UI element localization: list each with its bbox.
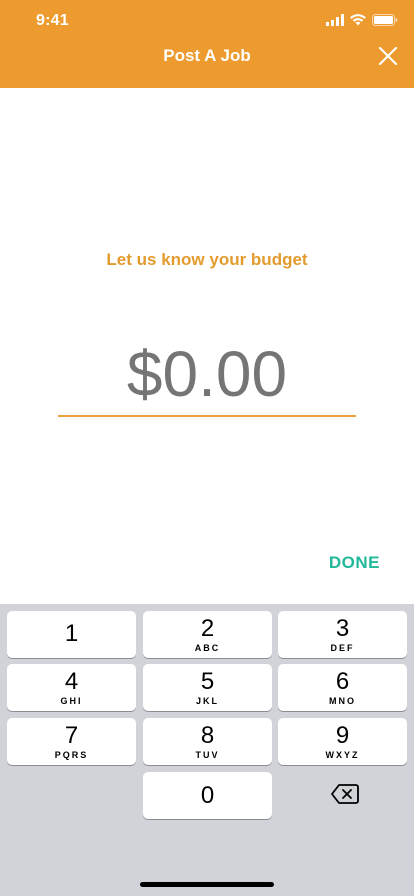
close-button[interactable] — [376, 44, 400, 68]
page-title: Post A Job — [163, 46, 251, 65]
key-letters: PQRS — [54, 749, 89, 760]
key-letters: JKL — [195, 695, 219, 706]
key-digit: 5 — [200, 667, 215, 695]
status-time: 9:41 — [36, 12, 69, 29]
key-digit: 8 — [200, 721, 215, 749]
budget-prompt: Let us know your budget — [106, 250, 308, 269]
signal-icon — [326, 14, 344, 26]
backspace-button[interactable] — [330, 782, 360, 806]
key-8[interactable]: 8 TUV — [143, 718, 272, 765]
budget-input[interactable] — [58, 335, 356, 413]
key-letters: MNO — [329, 695, 356, 706]
status-icons — [326, 14, 398, 26]
key-7[interactable]: 7 PQRS — [7, 718, 136, 765]
key-letters: WXYZ — [325, 749, 360, 760]
key-letters: DEF — [330, 642, 355, 653]
key-letters: ABC — [194, 642, 221, 653]
key-2[interactable]: 2 ABC — [143, 611, 272, 658]
key-letters: TUV — [195, 749, 220, 760]
key-digit: 7 — [64, 721, 79, 749]
key-digit: 6 — [335, 667, 350, 695]
done-button[interactable]: DONE — [329, 553, 380, 573]
budget-field — [58, 335, 356, 417]
key-1[interactable]: 1 — [7, 611, 136, 658]
numeric-keypad: 1 2 ABC 3 DEF 4 GHI 5 JKL 6 MNO 7 PQRS 8… — [0, 604, 414, 896]
key-letters: GHI — [60, 695, 83, 706]
key-4[interactable]: 4 GHI — [7, 664, 136, 711]
app-header: 9:41 Post A Job — [0, 0, 414, 88]
wifi-icon — [350, 14, 366, 26]
key-digit: 3 — [335, 614, 350, 642]
key-6[interactable]: 6 MNO — [278, 664, 407, 711]
battery-icon — [372, 14, 398, 26]
key-3[interactable]: 3 DEF — [278, 611, 407, 658]
key-9[interactable]: 9 WXYZ — [278, 718, 407, 765]
key-digit: 2 — [200, 614, 215, 642]
close-icon — [378, 46, 398, 66]
key-5[interactable]: 5 JKL — [143, 664, 272, 711]
key-digit: 1 — [64, 619, 79, 647]
home-indicator — [140, 882, 274, 887]
key-digit: 4 — [64, 667, 79, 695]
backspace-icon — [331, 784, 359, 804]
key-digit: 9 — [335, 721, 350, 749]
key-digit: 0 — [200, 781, 215, 809]
key-0[interactable]: 0 — [143, 772, 272, 819]
